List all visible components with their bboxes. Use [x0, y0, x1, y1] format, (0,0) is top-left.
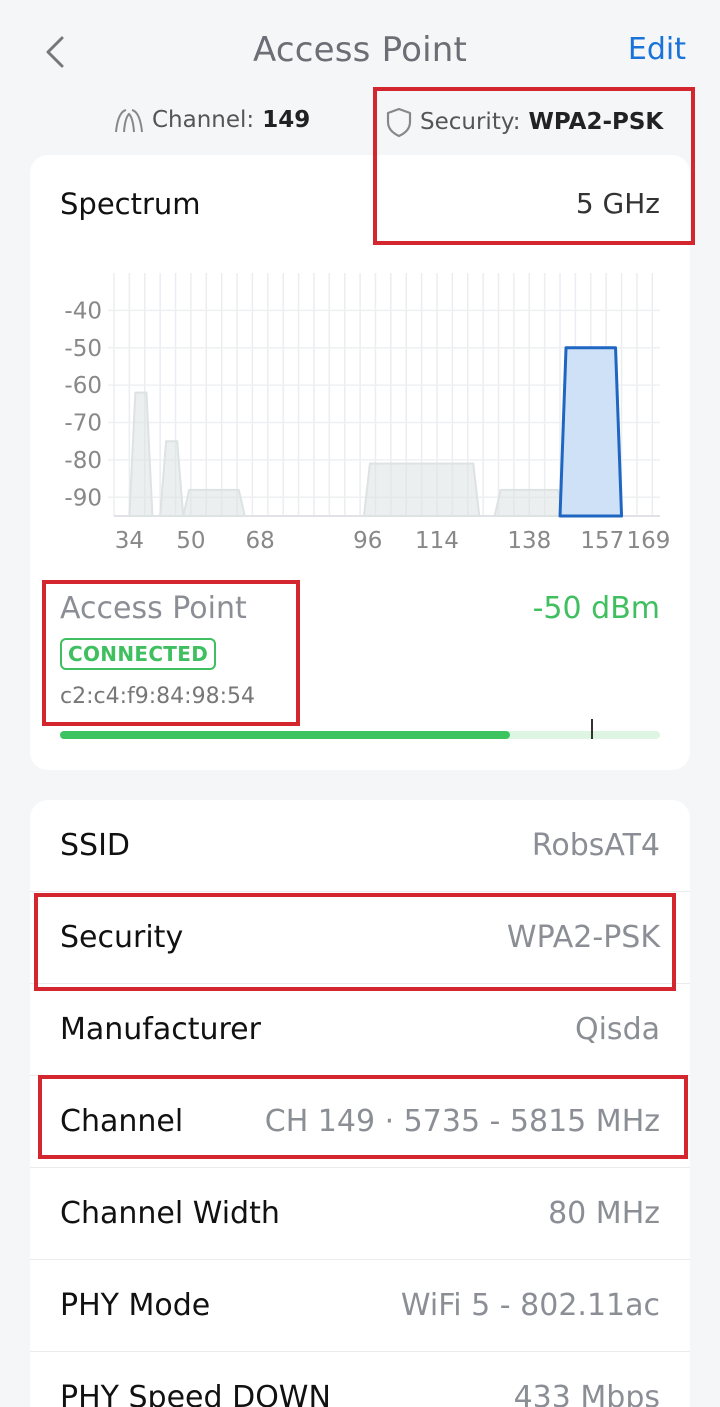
antenna-icon — [115, 109, 143, 133]
detail-row-ssid: SSID RobsAT4 — [30, 800, 690, 892]
ap-name: Access Point — [60, 591, 247, 626]
detail-row-phy-speed-down: PHY Speed DOWN 433 Mbps — [30, 1352, 690, 1407]
y-tick-label: -80 — [64, 448, 102, 474]
spectrum-series — [159, 440, 185, 517]
spectrum-chart: -40 -50 -60 -70 -80 -90 34 50 68 96 114 138 157 169 — [64, 273, 671, 554]
x-tick-label: 96 — [353, 528, 382, 554]
detail-value: RobsAT4 — [531, 828, 660, 863]
y-tick-label: -50 — [64, 336, 102, 362]
detail-label: SSID — [60, 828, 131, 863]
detail-label: Channel Width — [60, 1196, 280, 1231]
detail-value: WPA2-PSK — [506, 920, 660, 955]
page-title: Access Point — [252, 30, 468, 70]
detail-label: Manufacturer — [60, 1012, 261, 1047]
detail-label: Security — [60, 920, 184, 955]
ap-rssi: -50 dBm — [532, 591, 660, 626]
detail-value: CH 149 · 5735 - 5815 MHz — [264, 1104, 660, 1139]
spectrum-series — [128, 391, 154, 517]
y-tick-label: -70 — [64, 411, 102, 437]
details-card: SSID RobsAT4 Security WPA2-PSK Manufactu… — [30, 800, 690, 1407]
detail-value: 80 MHz — [548, 1196, 660, 1231]
signal-threshold-marker — [591, 719, 593, 739]
edit-button[interactable]: Edit — [628, 32, 686, 67]
header: Access Point Edit — [0, 0, 720, 100]
channel-summary-label: Channel: — [152, 107, 255, 133]
detail-label: Channel — [60, 1104, 184, 1139]
detail-value: WiFi 5 - 802.11ac — [400, 1288, 660, 1323]
channel-summary-value: 149 — [262, 107, 311, 133]
x-tick-label: 169 — [627, 528, 671, 554]
spectrum-card: Spectrum 5 GHz -40 -50 -60 -70 -80 -90 34 50 68 9… — [30, 155, 690, 770]
signal-strength-fill — [60, 731, 510, 739]
x-tick-label: 157 — [580, 528, 624, 554]
detail-value: 433 Mbps — [513, 1380, 660, 1407]
x-tick-label: 50 — [176, 528, 205, 554]
channel-summary: Channel: 149 — [112, 106, 310, 134]
signal-strength-bar — [60, 719, 660, 739]
security-summary: Security: WPA2-PSK — [384, 106, 663, 138]
detail-row-security: Security WPA2-PSK — [30, 892, 690, 984]
shield-icon — [386, 107, 412, 138]
y-tick-label: -60 — [64, 373, 102, 399]
detail-row-channel-width: Channel Width 80 MHz — [30, 1168, 690, 1260]
status-badge: CONNECTED — [60, 638, 217, 670]
x-tick-label: 68 — [245, 528, 274, 554]
detail-row-phy-mode: PHY Mode WiFi 5 - 802.11ac — [30, 1260, 690, 1352]
detail-label: PHY Speed DOWN — [60, 1380, 331, 1407]
detail-value: Qisda — [574, 1012, 660, 1047]
ap-mac-address: c2:c4:f9:84:98:54 — [60, 684, 255, 709]
y-tick-label: -90 — [64, 485, 102, 511]
detail-row-channel: Channel CH 149 · 5735 - 5815 MHz — [30, 1076, 690, 1168]
spectrum-series — [181, 488, 246, 517]
x-tick-label: 138 — [507, 528, 551, 554]
spectrum-series-connected — [558, 346, 624, 518]
detail-label: PHY Mode — [60, 1288, 211, 1323]
network-summary: Channel: 149 Security: WPA2-PSK — [0, 100, 720, 144]
detail-row-manufacturer: Manufacturer Qisda — [30, 984, 690, 1076]
y-tick-label: -40 — [64, 298, 102, 324]
spectrum-series — [362, 462, 481, 517]
x-tick-label: 34 — [115, 528, 144, 554]
security-summary-label: Security: — [420, 109, 521, 135]
x-tick-label: 114 — [415, 528, 459, 554]
security-summary-value: WPA2-PSK — [528, 109, 664, 135]
spectrum-series — [493, 488, 566, 517]
